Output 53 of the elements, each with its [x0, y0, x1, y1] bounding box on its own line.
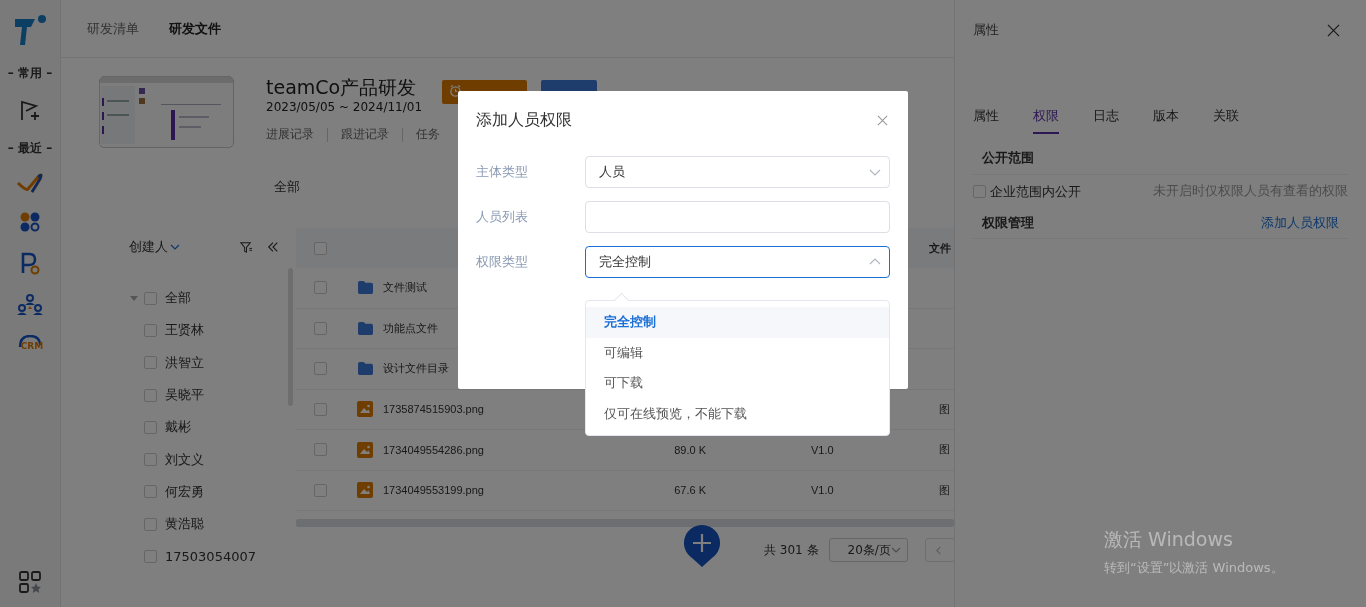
- dropdown-option[interactable]: 可下载: [586, 368, 889, 399]
- checkbox-label[interactable]: 企业范围内公开: [990, 182, 1081, 201]
- section-label: – 最近 –: [7, 140, 53, 157]
- section-label: – 常用 –: [7, 65, 53, 82]
- dropdown-option[interactable]: 仅可在线预览，不能下载: [586, 398, 889, 429]
- tree-item[interactable]: 17503054007: [165, 549, 256, 564]
- page-size-select[interactable]: 20条/页: [828, 538, 908, 562]
- select-field[interactable]: 完全控制: [585, 245, 890, 278]
- file-size: 67.6 K: [674, 484, 706, 497]
- tree-item[interactable]: 王贤林: [165, 321, 204, 340]
- dropdown-option[interactable]: 完全控制: [586, 307, 889, 338]
- panel-tab[interactable]: 关联: [1213, 100, 1239, 134]
- field-label: 权限类型: [476, 252, 529, 271]
- tree-item[interactable]: 黄浩聪: [165, 515, 204, 534]
- file-name[interactable]: 1734049554286.png: [380, 443, 639, 456]
- file-version: V1.0: [811, 443, 834, 456]
- file-type: 图: [939, 443, 950, 456]
- panel-tab[interactable]: 属性: [973, 100, 999, 134]
- tree-item[interactable]: 吴晓平: [165, 386, 204, 405]
- panel-tab[interactable]: 日志: [1093, 100, 1119, 134]
- section-title: 权限管理: [982, 214, 1034, 232]
- tree-item[interactable]: 全部: [165, 289, 191, 308]
- dialog-title: 添加人员权限: [476, 109, 572, 131]
- tree-item[interactable]: 戴彬: [165, 418, 191, 437]
- total-count: 共 301 条: [764, 541, 819, 559]
- record-link[interactable]: 进展记录: [266, 126, 314, 143]
- page-tab[interactable]: 研发文件: [169, 19, 221, 38]
- file-type: 图: [939, 402, 950, 415]
- tree-item[interactable]: 何宏勇: [165, 482, 204, 501]
- file-version: V1.0: [811, 484, 834, 497]
- file-type: 图: [939, 483, 950, 496]
- panel-tab[interactable]: 版本: [1153, 100, 1179, 134]
- add-permission-link[interactable]: 添加人员权限: [1261, 214, 1339, 232]
- file-name[interactable]: 1734049553199.png: [380, 484, 639, 497]
- date-range: 2023/05/05 ~ 2024/11/01: [266, 100, 423, 114]
- panel-tab[interactable]: 权限: [1033, 100, 1059, 134]
- tree-item[interactable]: 刘文义: [165, 450, 204, 469]
- record-link[interactable]: 跟进记录: [341, 126, 389, 143]
- record-link[interactable]: 任务: [416, 126, 440, 143]
- category-tab[interactable]: 全部: [274, 179, 300, 194]
- page-tab[interactable]: 研发清单: [87, 19, 139, 38]
- field-label: 主体类型: [476, 162, 529, 181]
- project-title: teamCo产品研发: [266, 75, 417, 100]
- tree-item[interactable]: 洪智立: [165, 353, 204, 372]
- column-header: 文件: [929, 240, 951, 256]
- section-title: 公开范围: [982, 149, 1034, 167]
- panel-title: 属性: [973, 21, 999, 39]
- file-size: 89.0 K: [674, 443, 706, 456]
- field-label: 人员列表: [476, 207, 529, 226]
- select-field[interactable]: 人员: [585, 155, 890, 188]
- dropdown-option[interactable]: 可编辑: [586, 337, 889, 368]
- activation-title: 激活 Windows: [1104, 527, 1234, 552]
- creator-filter-dropdown[interactable]: 创建人: [129, 238, 180, 256]
